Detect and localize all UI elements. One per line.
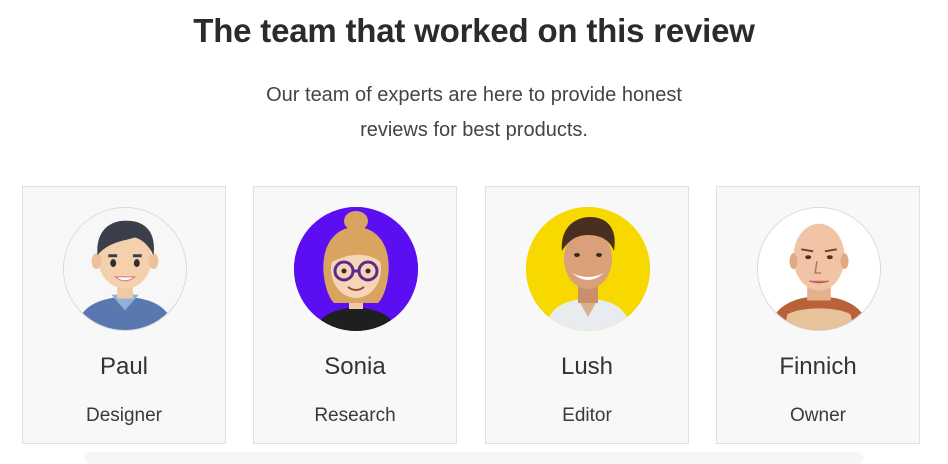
team-card-sonia: Sonia Research (253, 186, 457, 444)
member-name: Sonia (324, 353, 386, 380)
avatar-bald-man-sketch-icon (758, 208, 880, 330)
member-name: Lush (560, 353, 614, 380)
avatar-man-photo-icon (526, 207, 650, 331)
avatar-man-cartoon-icon (64, 208, 186, 330)
member-role: Owner (790, 405, 846, 426)
team-card-finnich: Finnich Owner (716, 186, 920, 444)
subtitle-line-1: Our team of experts are here to provide … (266, 84, 682, 106)
subtitle-line-2: reviews for best products. (360, 119, 588, 141)
avatar-woman-cartoon-icon (294, 207, 418, 331)
avatar (757, 207, 881, 331)
member-name: Finnich (779, 353, 857, 380)
member-name: Paul (99, 353, 149, 380)
member-role: Designer (85, 405, 163, 426)
page-title: The team that worked on this review (193, 12, 755, 49)
team-card-paul: Paul Designer (22, 186, 226, 444)
avatar (294, 207, 418, 331)
member-role: Research (314, 405, 396, 426)
avatar (526, 207, 650, 331)
member-role: Editor (562, 405, 612, 426)
avatar (63, 207, 187, 331)
next-section-edge (84, 452, 864, 464)
team-card-lush: Lush Editor (485, 186, 689, 444)
page-subtitle: Our team of experts are here to provide … (0, 78, 948, 148)
